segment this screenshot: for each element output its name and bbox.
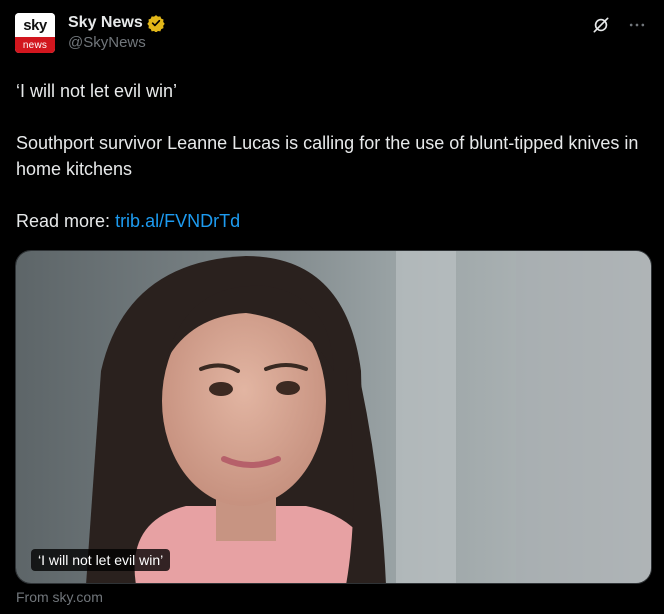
name-row: Sky News <box>68 13 165 33</box>
media-card[interactable]: ‘I will not let evil win’ <box>15 250 652 584</box>
tweet-paragraph: Southport survivor Leanne Lucas is calli… <box>16 133 639 179</box>
read-more-label: Read more: <box>16 211 111 231</box>
verified-badge-icon <box>147 14 165 32</box>
article-link[interactable]: trib.al/FVNDrTd <box>115 211 240 231</box>
avatar-logo-bottom: news <box>15 37 55 53</box>
tweet-header: Sky News @SkyNews <box>68 13 165 53</box>
user-handle[interactable]: @SkyNews <box>68 34 165 53</box>
video-thumbnail <box>16 251 651 583</box>
tweet-actions <box>590 14 648 36</box>
avatar-logo-top: sky <box>15 13 55 37</box>
read-more-line: Read more: trib.al/FVNDrTd <box>16 208 646 234</box>
tweet-headline: ‘I will not let evil win’ <box>16 81 178 101</box>
tweet-text: ‘I will not let evil win’ Southport surv… <box>16 78 646 234</box>
tweet[interactable]: sky news Sky News @SkyNews ‘I will not l… <box>0 0 664 614</box>
media-caption: ‘I will not let evil win’ <box>31 549 171 571</box>
grok-icon[interactable] <box>590 14 612 36</box>
more-icon[interactable] <box>626 14 648 36</box>
avatar[interactable]: sky news <box>15 13 55 53</box>
media-source[interactable]: From sky.com <box>16 589 103 605</box>
display-name[interactable]: Sky News <box>68 13 143 33</box>
